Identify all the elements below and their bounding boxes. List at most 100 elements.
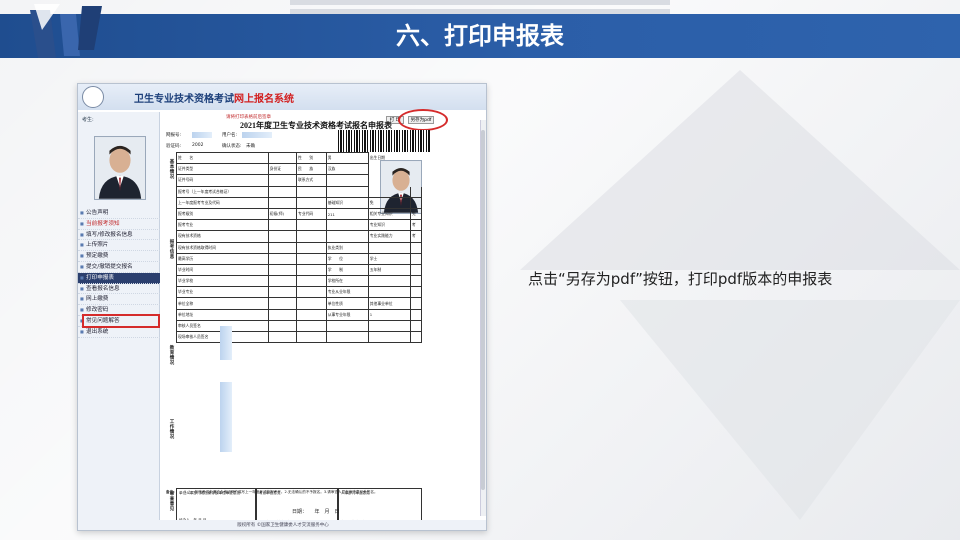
form-cell: 免 bbox=[367, 196, 411, 209]
sidebar-item-exam-notice[interactable]: 当前报考须知 bbox=[78, 219, 160, 230]
sidebar-item-submit[interactable]: 提交/撤销提交报名 bbox=[78, 262, 160, 273]
form-cell bbox=[267, 174, 298, 187]
form-cell bbox=[409, 252, 423, 265]
form-cell: 报考专业 bbox=[176, 219, 269, 232]
form-row: 姓 名 性 别男出生日期 bbox=[176, 151, 422, 165]
background-shape bbox=[620, 300, 960, 520]
form-row: 上一年度报考专业及代码 基础知识免 bbox=[176, 196, 423, 209]
form-cell: 专业代码 bbox=[296, 207, 327, 221]
form-cell: 报考级别 bbox=[176, 207, 269, 221]
username-label: 用户名: bbox=[222, 133, 238, 138]
form-cell bbox=[296, 196, 327, 209]
form-cell: 民 族 bbox=[296, 163, 327, 176]
form-cell: 五年制 bbox=[367, 263, 411, 277]
form-cell: 从事专业年限 bbox=[325, 308, 369, 321]
form-cell: 专业从业年限 bbox=[325, 286, 369, 299]
background-shape bbox=[520, 70, 960, 270]
sidebar-item-logout[interactable]: 退出系统 bbox=[78, 327, 160, 338]
redacted-value bbox=[242, 132, 272, 138]
form-row: 毕业专业 专业从业年限 bbox=[176, 286, 423, 299]
form-cell bbox=[325, 319, 369, 333]
sidebar-item-upload-photo[interactable]: 上传照片 bbox=[78, 240, 160, 252]
form-row: 现有技术资格取得时间 执业类别 bbox=[176, 241, 423, 254]
sidebar-item-print-form[interactable]: 打印申报表 bbox=[78, 272, 160, 284]
form-cell bbox=[409, 297, 423, 310]
app-footer: 版权所有 ©国家卫生健康委人才交流服务中心 bbox=[78, 520, 486, 530]
form-cell: 初级(师) bbox=[267, 207, 298, 221]
form-cell bbox=[409, 185, 423, 198]
form-cell bbox=[409, 308, 423, 321]
form-row: 最高学历 学 位学士 bbox=[176, 252, 423, 265]
form-cell bbox=[325, 219, 369, 232]
form-cell: 学 位 bbox=[325, 252, 369, 265]
form-cell bbox=[367, 275, 411, 288]
sidebar-item-edit-info[interactable]: 填写/修改报名信息 bbox=[78, 230, 160, 241]
app-title: 卫生专业技术资格考试网上报名系统 bbox=[134, 90, 294, 105]
form-cell bbox=[267, 330, 298, 344]
form-cell: 毕业专业 bbox=[176, 286, 269, 299]
form-cell bbox=[367, 319, 411, 333]
form-cell: 现有技术资格 bbox=[176, 230, 269, 243]
form-cell bbox=[296, 297, 327, 310]
form-cell bbox=[325, 230, 369, 243]
form-cell: 上一年度报考专业及代码 bbox=[176, 196, 269, 209]
form-row: 毕业学校 学校所在 bbox=[176, 275, 423, 288]
section-review: 审查意见 bbox=[169, 492, 175, 512]
form-cell: 证件类型 bbox=[176, 163, 269, 176]
applicant-photo bbox=[94, 136, 146, 200]
sidebar-item-announcement[interactable]: 公告声明 bbox=[78, 208, 160, 219]
form-cell: 身份证 bbox=[267, 163, 298, 176]
form-cell: 汉族 bbox=[325, 163, 369, 176]
sidebar-item-online-payment[interactable]: 网上缴费 bbox=[78, 294, 160, 306]
form-date: 日期： 年 月 日 bbox=[292, 509, 340, 515]
form-cell bbox=[367, 185, 411, 198]
note-text: 1.上一年度考试未通过合格证明的填写上一年度考试的报考号。2.无法确认的不予报名… bbox=[184, 490, 378, 494]
form-row: 现有技术资格 专业实践能力考 bbox=[176, 230, 423, 243]
form-cell bbox=[409, 275, 423, 288]
app-logo-icon bbox=[82, 86, 104, 108]
form-cell: 相关专业知识 bbox=[367, 207, 411, 221]
form-cell: 1 bbox=[367, 308, 411, 321]
form-cell bbox=[325, 174, 369, 187]
slide-caption: 点击“另存为pdf”按钮，打印pdf版本的申报表 bbox=[528, 270, 833, 288]
form-cell bbox=[325, 185, 369, 198]
form-cell: 学校所在 bbox=[325, 275, 369, 288]
form-cell: 专业实践能力 bbox=[367, 230, 411, 243]
form-row: 毕业时间 学 制五年制 bbox=[176, 263, 423, 277]
form-cell bbox=[296, 319, 327, 333]
form-row: 报考专业 专业知识考 bbox=[176, 219, 423, 232]
form-cell: 出生日期 bbox=[369, 155, 385, 161]
sidebar-item-reserve-payment[interactable]: 预定缴费 bbox=[78, 251, 160, 262]
redacted-value bbox=[220, 326, 232, 360]
form-row: 报考级别 初级(师) 专业代码 211 相关专业知识免 bbox=[176, 207, 423, 221]
section-exam: 报考信息 bbox=[169, 240, 175, 260]
note-label: 备注： bbox=[166, 490, 177, 494]
form-cell bbox=[409, 286, 423, 299]
redacted-value bbox=[192, 132, 212, 138]
form-cell: 单位性质 bbox=[325, 297, 369, 310]
form-cell bbox=[296, 230, 327, 243]
sidebar-item-view-info[interactable]: 查看报名信息 bbox=[78, 284, 160, 295]
highlight-box-print bbox=[82, 314, 160, 328]
form-cell bbox=[267, 263, 298, 277]
application-form: 请将打印表格前后签章 打 印 另存为pdf 2021年度卫生专业技术资格考试报名… bbox=[162, 109, 482, 530]
form-cell: 单位全称 bbox=[176, 297, 269, 310]
form-cell: 专业知识 bbox=[367, 219, 411, 232]
scrollbar-thumb[interactable] bbox=[481, 130, 485, 490]
form-cell bbox=[267, 275, 298, 288]
section-work: 工作情况 bbox=[169, 420, 175, 440]
form-cell bbox=[296, 286, 327, 299]
form-cell: 其他事业单位 bbox=[367, 297, 411, 310]
form-cell bbox=[296, 252, 327, 265]
form-cell: 考 bbox=[409, 219, 423, 232]
form-cell bbox=[368, 175, 410, 186]
redacted-value bbox=[220, 382, 232, 452]
form-cell bbox=[267, 286, 298, 299]
app-title-highlight: 网上报名系统 bbox=[234, 94, 294, 105]
form-cell: 考 bbox=[409, 230, 423, 243]
form-cell: 联系方式 bbox=[296, 174, 327, 187]
confirm-code-label: 验证码: bbox=[166, 144, 182, 149]
form-cell bbox=[267, 219, 298, 232]
form-cell: 执业类别 bbox=[325, 241, 369, 254]
form-cell: 毕业学校 bbox=[176, 275, 269, 288]
